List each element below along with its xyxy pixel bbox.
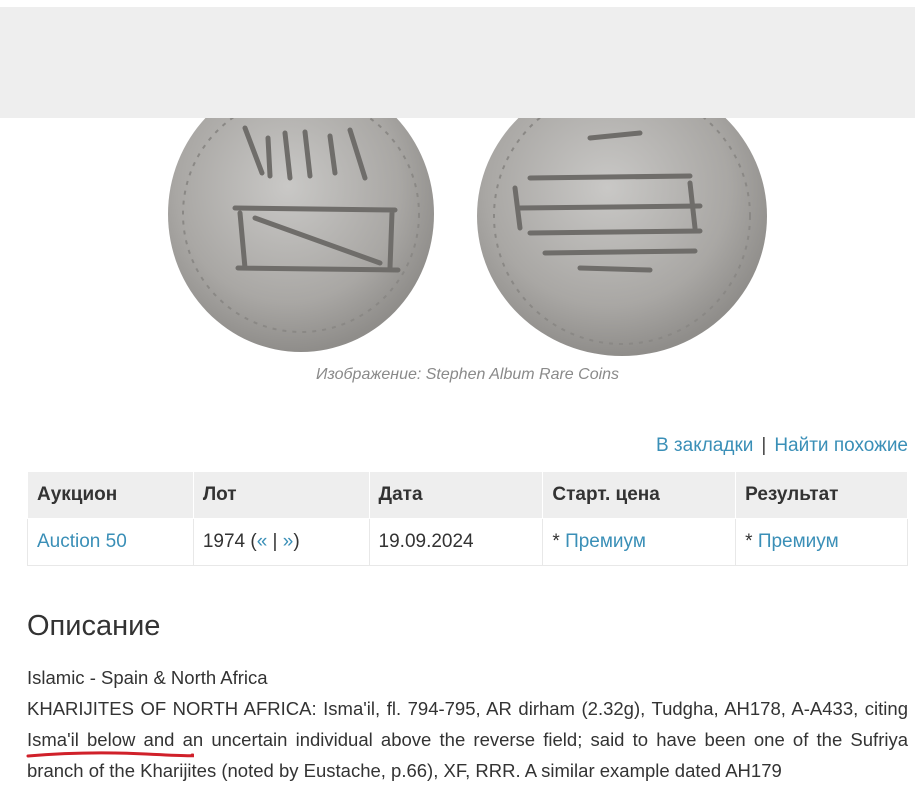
cell-start-price: * Премиум <box>542 518 737 566</box>
cell-result: * Премиум <box>735 518 908 566</box>
coin-obverse-image <box>168 118 767 356</box>
start-price-premium-link[interactable]: Премиум <box>565 531 646 552</box>
result-prefix: * <box>745 531 758 552</box>
coin-reverse <box>477 118 767 356</box>
result-premium-link[interactable]: Премиум <box>758 531 839 552</box>
description-title: Описание <box>27 610 161 642</box>
description-body: Islamic - Spain & North Africa KHARIJITE… <box>27 662 908 786</box>
top-banner <box>0 7 915 118</box>
next-lot-link[interactable]: » <box>283 531 294 552</box>
coin-photo[interactable] <box>0 118 915 358</box>
auction-link[interactable]: Auction 50 <box>37 531 127 552</box>
table-header-row: Аукцион Лот Дата Старт. цена Результат <box>27 471 908 519</box>
image-caption: Изображение: Stephen Album Rare Coins <box>315 366 620 383</box>
cell-lot: 1974 (« | ») <box>192 518 370 566</box>
find-similar-link[interactable]: Найти похожие <box>774 435 908 456</box>
lot-separator: | <box>267 531 283 552</box>
lot-close: ) <box>293 531 300 552</box>
link-separator: | <box>761 435 767 456</box>
header-start-price: Старт. цена <box>542 471 737 519</box>
table-row: Auction 50 1974 (« | ») 19.09.2024 * Пре… <box>27 518 908 566</box>
cell-auction: Auction 50 <box>27 518 194 566</box>
description-category: Islamic - Spain & North Africa <box>27 667 268 688</box>
header-auction: Аукцион <box>27 471 194 519</box>
auction-table: Аукцион Лот Дата Старт. цена Результат A… <box>27 471 908 566</box>
start-price-prefix: * <box>552 531 566 552</box>
red-underline-annotation <box>26 751 194 758</box>
header-date: Дата <box>368 471 544 519</box>
description-text: KHARIJITES OF NORTH AFRICA: Isma'il, fl.… <box>27 698 908 781</box>
prev-lot-link[interactable]: « <box>257 531 268 552</box>
cell-date: 19.09.2024 <box>368 518 544 566</box>
bookmark-link[interactable]: В закладки <box>656 435 753 456</box>
lot-number: 1974 ( <box>202 531 257 552</box>
action-links: В закладки | Найти похожие <box>656 435 908 457</box>
header-lot: Лот <box>192 471 370 519</box>
header-result: Результат <box>735 471 908 519</box>
